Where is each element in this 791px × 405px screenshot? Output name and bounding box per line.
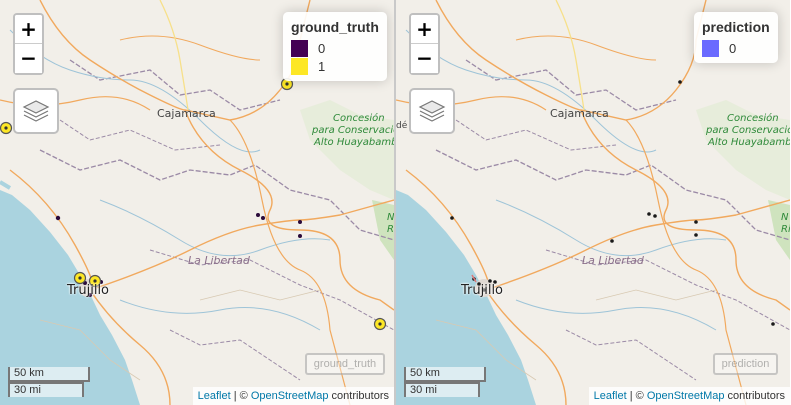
dual-map-view: Cajamarca La Libertad Trujillo Concesión… — [0, 0, 791, 405]
zoom-out-button[interactable]: − — [15, 44, 42, 73]
park-line-3: Alto Huayabamba — [314, 137, 394, 148]
label-trujillo: Trujillo — [67, 283, 110, 298]
legend-ground-truth: ground_truth 0 1 — [283, 12, 387, 81]
leaflet-link[interactable]: Leaflet — [198, 390, 231, 402]
map-panel-prediction[interactable]: dé Cajamarca La Libertad Trujillo Conces… — [396, 0, 790, 405]
minimap-toggle[interactable]: prediction — [713, 353, 778, 375]
label-park: Concesión para Conservación Alto Huayaba… — [706, 113, 790, 149]
legend-swatch-1 — [291, 57, 308, 75]
legend-row-1: 1 — [291, 57, 379, 75]
legend-row-0: 0 — [291, 39, 379, 57]
legend-label-1: 1 — [318, 58, 326, 74]
attribution-suffix: contributors — [724, 390, 785, 402]
layers-icon — [418, 100, 446, 122]
label-la-libertad: La Libertad — [188, 254, 250, 267]
scale-bar-km: 50 km — [8, 367, 90, 382]
attribution: Leaflet | © OpenStreetMap contributors — [588, 387, 790, 405]
scale-bar-km: 50 km — [404, 367, 486, 382]
label-park: Concesión para Conservación Alto Huayaba… — [312, 113, 394, 149]
attribution: Leaflet | © OpenStreetMap contributors — [192, 387, 394, 405]
label-cajamarca: Cajamarca — [550, 107, 609, 120]
minimap-toggle[interactable]: ground_truth — [305, 353, 385, 375]
label-cajamarca: Cajamarca — [157, 107, 216, 120]
park-line-3: Alto Huayabamba — [708, 137, 790, 148]
legend-swatch-0 — [702, 39, 719, 57]
legend-title: prediction — [702, 19, 770, 35]
zoom-in-button[interactable]: + — [15, 15, 42, 44]
park-line-2: para Conservación — [312, 125, 394, 136]
leaflet-link[interactable]: Leaflet — [594, 390, 627, 402]
label-edge-n: N — [387, 212, 394, 223]
zoom-control: + − — [13, 13, 44, 75]
zoom-control: + − — [409, 13, 440, 75]
legend-row-0: 0 — [702, 39, 770, 57]
label-trujillo: Trujillo — [461, 283, 504, 298]
label-edge-ri: Ri — [387, 224, 394, 235]
layers-icon — [22, 100, 50, 122]
layers-control-button[interactable] — [409, 88, 455, 134]
park-line-1: Concesión — [333, 113, 385, 124]
legend-title: ground_truth — [291, 19, 379, 35]
label-la-libertad: La Libertad — [582, 254, 644, 267]
zoom-out-button[interactable]: − — [411, 44, 438, 73]
label-edge-n: N — [781, 212, 789, 223]
scale-bar-mi: 30 mi — [8, 382, 84, 397]
attribution-suffix: contributors — [328, 390, 389, 402]
legend-label-0: 0 — [318, 40, 326, 56]
osm-link[interactable]: OpenStreetMap — [647, 390, 725, 402]
park-line-1: Concesión — [727, 113, 779, 124]
attribution-sep: | © — [230, 390, 251, 402]
park-line-2: para Conservación — [706, 125, 790, 136]
label-edge-ri: Ri — [781, 224, 790, 235]
label-edge-fragment: dé — [396, 121, 408, 131]
zoom-in-button[interactable]: + — [411, 15, 438, 44]
scale-bar-mi: 30 mi — [404, 382, 480, 397]
map-panel-ground-truth[interactable]: Cajamarca La Libertad Trujillo Concesión… — [0, 0, 394, 405]
legend-label-0: 0 — [729, 40, 737, 56]
layers-control-button[interactable] — [13, 88, 59, 134]
legend-swatch-0 — [291, 39, 308, 57]
attribution-sep: | © — [626, 390, 647, 402]
legend-prediction: prediction 0 — [694, 12, 778, 63]
osm-link[interactable]: OpenStreetMap — [251, 390, 329, 402]
